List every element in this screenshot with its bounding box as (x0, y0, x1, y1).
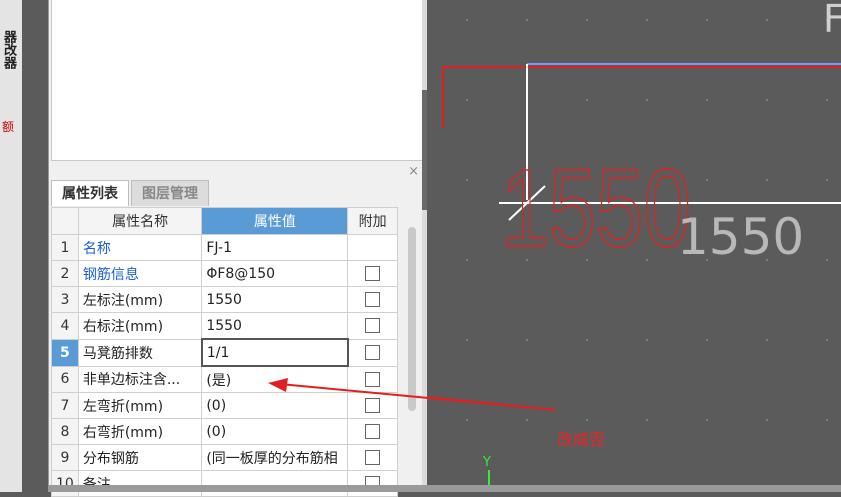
extra-cell (347, 234, 398, 261)
property-value[interactable]: FJ-1 (201, 234, 349, 261)
header-name: 属性名称 (77, 207, 203, 235)
extra-checkbox[interactable] (365, 345, 381, 360)
extra-checkbox[interactable] (365, 318, 381, 334)
row-index: 10 (51, 470, 79, 497)
property-name: 名称 (77, 234, 203, 261)
property-name: 右弯折(mm) (77, 418, 203, 445)
left-toolbar-strip: 器改器 额 (0, 0, 23, 492)
row-index: 8 (51, 418, 79, 445)
extra-cell (347, 418, 398, 445)
y-axis-label: Y (482, 455, 491, 470)
rebar-red-outline (442, 66, 841, 128)
left-strip-red-text: 额 (2, 120, 15, 134)
left-strip-text: 器改器 (1, 30, 16, 69)
property-name: 分布钢筋 (77, 444, 203, 471)
tab-property-list[interactable]: 属性列表 (51, 180, 129, 206)
table-row[interactable]: 2 钢筋信息 ΦF8@150 (51, 260, 398, 287)
table-row[interactable]: 1 名称 FJ-1 (51, 234, 398, 261)
property-name: 左标注(mm) (77, 286, 203, 313)
header-extra: 附加 (347, 207, 398, 235)
corner-label: F (823, 0, 841, 41)
extra-cell (347, 260, 398, 287)
panel-tabs: 属性列表 图层管理 (51, 180, 211, 206)
arrow-head-icon (268, 378, 288, 392)
property-value[interactable]: (0) (201, 418, 349, 445)
dimension-gray-text: 1550 (677, 208, 804, 266)
dimension-red-text: 1550 (501, 147, 691, 270)
extra-checkbox[interactable] (365, 424, 381, 439)
preview-area (51, 0, 423, 161)
property-value[interactable] (201, 470, 349, 497)
property-panel: × 属性列表 图层管理 属性名称 属性值 附加 1 名称 FJ-1 2 钢筋信息… (48, 0, 423, 497)
extra-cell (347, 338, 398, 367)
property-value[interactable]: (同一板厚的分布筋相 (201, 444, 349, 471)
table-row[interactable]: 10 备注 (51, 470, 398, 497)
row-index: 1 (51, 234, 79, 261)
property-name: 左弯折(mm) (77, 392, 203, 419)
row-index: 3 (51, 286, 79, 313)
property-value[interactable]: 1550 (201, 286, 349, 313)
annotation-arrow-overlay (268, 378, 556, 411)
property-value-editing[interactable]: 1/1 (200, 338, 349, 367)
close-icon[interactable]: × (408, 164, 419, 179)
table-row[interactable]: 8 右弯折(mm) (0) (51, 418, 398, 445)
table-row[interactable]: 4 右标注(mm) 1550 (51, 312, 398, 340)
table-row[interactable]: 3 左标注(mm) 1550 (51, 286, 398, 313)
extra-cell (347, 470, 398, 497)
row-index: 9 (51, 444, 79, 471)
bottom-bar (48, 485, 841, 492)
extra-checkbox[interactable] (365, 266, 381, 281)
header-value: 属性值 (201, 207, 349, 235)
extra-cell (347, 286, 398, 313)
property-name: 马凳筋排数 (77, 338, 203, 367)
row-index: 7 (51, 392, 79, 419)
property-name: 备注 (77, 470, 203, 497)
table-row-selected[interactable]: 5 马凳筋排数 1/1 (51, 338, 398, 367)
row-index: 6 (51, 365, 79, 393)
property-value[interactable]: ΦF8@150 (201, 260, 349, 287)
table-row[interactable]: 9 分布钢筋 (同一板厚的分布筋相 (51, 444, 398, 471)
extra-checkbox[interactable] (365, 450, 381, 465)
annotation-note: 改成否 (557, 430, 606, 449)
table-scrollbar[interactable] (405, 227, 419, 492)
left-gap (22, 0, 48, 492)
property-value[interactable]: 1550 (201, 312, 349, 340)
property-name: 非单边标注含... (77, 365, 203, 393)
header-index (51, 207, 79, 235)
row-index: 2 (51, 260, 79, 287)
row-index: 4 (51, 312, 79, 340)
property-name: 右标注(mm) (77, 312, 203, 340)
table-header-row: 属性名称 属性值 附加 (51, 207, 398, 235)
extra-checkbox[interactable] (365, 292, 381, 307)
extra-cell (347, 312, 398, 340)
extra-cell (347, 444, 398, 471)
row-index: 5 (51, 338, 79, 367)
property-table: 属性名称 属性值 附加 1 名称 FJ-1 2 钢筋信息 ΦF8@150 3 左… (51, 207, 398, 497)
tab-layer-manager[interactable]: 图层管理 (131, 180, 209, 206)
property-name: 钢筋信息 (77, 260, 203, 287)
